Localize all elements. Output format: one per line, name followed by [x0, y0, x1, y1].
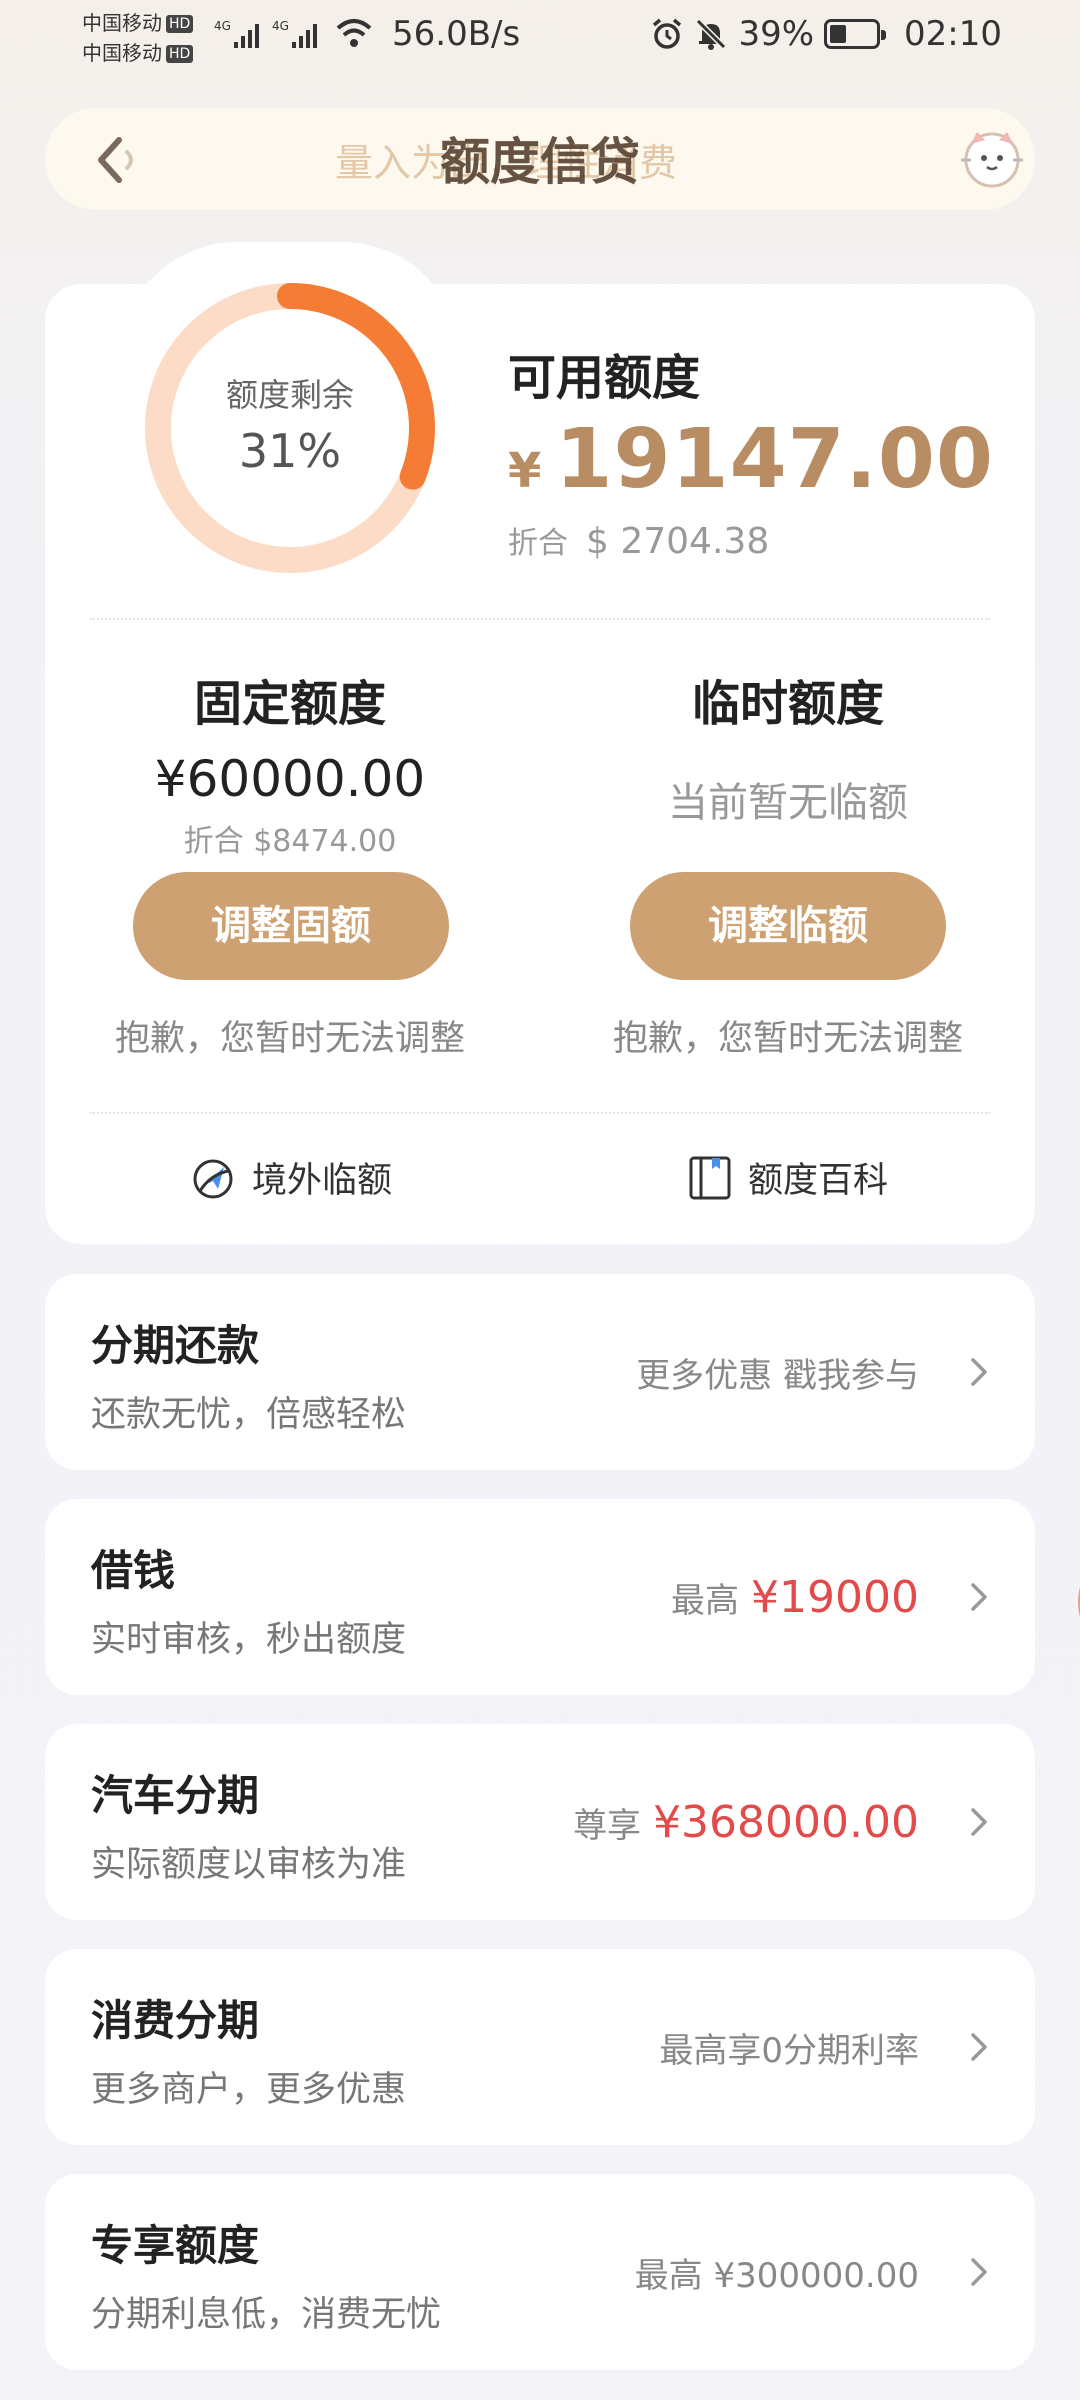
- chevron-right-icon: [971, 2033, 987, 2061]
- svg-text:4G: 4G: [272, 19, 289, 33]
- status-bar: 中国移动 HD 中国移动 HD 4G 4G 56.0B/s 39% 02:10: [0, 0, 1080, 72]
- chevron-right-icon: [971, 1583, 987, 1611]
- carrier-info: 中国移动 HD 中国移动 HD: [82, 8, 194, 68]
- exclusive-quota-row[interactable]: 专享额度 分期利息低，消费无忧 最高 ¥300000.00: [45, 2174, 1035, 2370]
- adjust-temp-button[interactable]: 调整临额: [630, 872, 946, 980]
- consumer-installment-row[interactable]: 消费分期 更多商户，更多优惠 最高享0分期利率: [45, 1949, 1035, 2145]
- ring-label: 额度剩余: [225, 376, 354, 414]
- divider: [90, 618, 990, 620]
- car-installment-row[interactable]: 汽车分期 实际额度以审核为准 尊享 ¥368000.00: [45, 1724, 1035, 1920]
- mute-bell-icon: [696, 18, 727, 50]
- overseas-temp-quota-link[interactable]: 境外临额: [190, 1152, 392, 1203]
- row-title: 专享额度: [91, 2221, 260, 2270]
- adjust-fixed-button[interactable]: 调整固额: [133, 872, 449, 980]
- available-usd: 折合 $ 2704.38: [508, 518, 769, 562]
- fixed-quota-title: 固定额度: [193, 676, 386, 732]
- mascot-icon[interactable]: [957, 124, 1027, 194]
- chevron-right-icon: [971, 1358, 987, 1386]
- chevron-right-icon: [971, 1808, 987, 1836]
- signal-icon-2: 4G: [272, 19, 317, 48]
- divider: [90, 1112, 990, 1114]
- plane-globe-icon: [193, 1159, 233, 1198]
- usd-amount: $ 2704.38: [586, 521, 770, 562]
- row-right-label: 最高: [671, 1580, 740, 1621]
- row-subtitle: 更多商户，更多优惠: [91, 2070, 407, 2110]
- available-quota-title: 可用额度: [508, 350, 701, 406]
- available-amount-value: 19147.00: [555, 412, 994, 507]
- chevron-right-icon: [971, 2258, 987, 2286]
- clock: 02:10: [904, 14, 1002, 54]
- installment-repayment-row[interactable]: 分期还款 还款无忧，倍感轻松 更多优惠 戳我参与: [45, 1274, 1035, 1470]
- row-right-label: 尊享: [573, 1805, 642, 1846]
- usd-label: 折合: [508, 526, 568, 561]
- hd-badge-1: HD: [166, 15, 194, 33]
- fixed-quota-section: 固定额度 ¥60000.00 折合 $8474.00: [70, 664, 510, 860]
- fixed-quota-amount: ¥60000.00: [154, 750, 426, 808]
- carrier-name-1: 中国移动: [82, 11, 162, 35]
- available-amount: ¥19147.00: [508, 412, 994, 507]
- network-speed: 56.0B/s: [392, 14, 521, 54]
- hd-badge-2: HD: [166, 45, 194, 63]
- row-right-value: ¥19000: [751, 1571, 919, 1623]
- signal-icon-1: 4G: [214, 19, 259, 48]
- temp-quota-status: 当前暂无临额: [668, 780, 908, 826]
- wifi-icon: [336, 19, 372, 47]
- row-subtitle: 分期利息低，消费无忧: [91, 2295, 442, 2335]
- carrier-name-2: 中国移动: [82, 41, 162, 65]
- fixed-adjust-note: 抱歉，您暂时无法调整: [114, 1019, 465, 1059]
- ring-percent: 31%: [238, 424, 342, 478]
- quota-encyclopedia-label: 额度百科: [748, 1161, 889, 1201]
- row-subtitle: 还款无忧，倍感轻松: [91, 1395, 407, 1435]
- svg-text:4G: 4G: [214, 19, 231, 33]
- book-icon: [689, 1156, 731, 1199]
- page-title: 额度信贷: [440, 133, 640, 191]
- temp-quota-title: 临时额度: [691, 676, 884, 732]
- row-promo: 最高享0分期利率: [659, 2030, 919, 2071]
- overseas-temp-quota-label: 境外临额: [252, 1161, 393, 1201]
- temp-quota-section: 临时额度 当前暂无临额: [568, 664, 1008, 828]
- currency-symbol: ¥: [508, 443, 542, 499]
- row-promo: 更多优惠 戳我参与: [636, 1355, 919, 1396]
- floating-promo-badge[interactable]: [1052, 1540, 1080, 1730]
- row-title: 借钱: [91, 1546, 176, 1595]
- row-subtitle: 实际额度以审核为准: [91, 1845, 407, 1885]
- row-right-value: ¥368000.00: [653, 1796, 919, 1848]
- row-promo: 最高 ¥300000.00: [634, 2255, 919, 2296]
- battery-percent: 39%: [738, 14, 815, 54]
- fixed-quota-usd: 折合 $8474.00: [183, 824, 397, 859]
- alarm-icon: [653, 18, 682, 49]
- temp-adjust-note: 抱歉，您暂时无法调整: [612, 1019, 963, 1059]
- row-title: 分期还款: [91, 1321, 260, 1370]
- borrow-money-row[interactable]: 借钱 实时审核，秒出额度 最高 ¥19000: [45, 1499, 1035, 1695]
- row-title: 汽车分期: [91, 1771, 260, 1820]
- header-bar: 量入为出，理性消费 额度信贷: [45, 108, 1035, 210]
- quota-encyclopedia-link[interactable]: 额度百科: [688, 1152, 888, 1203]
- row-subtitle: 实时审核，秒出额度: [91, 1620, 407, 1660]
- row-title: 消费分期: [91, 1996, 260, 2045]
- battery-icon: [824, 19, 887, 49]
